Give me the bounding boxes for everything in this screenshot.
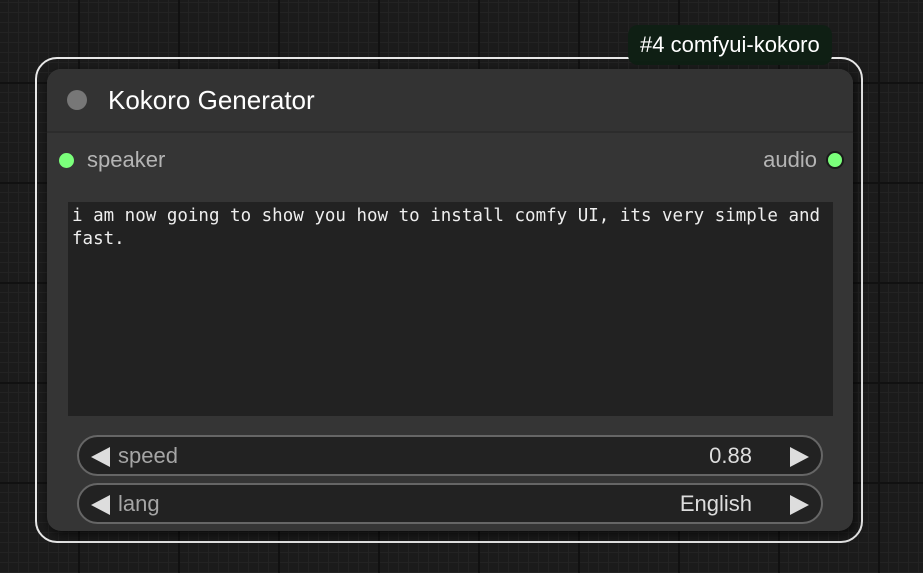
speed-widget[interactable]: speed 0.88: [77, 435, 823, 476]
triangle-right-icon[interactable]: [790, 447, 809, 467]
input-slot-label: speaker: [87, 147, 166, 172]
graph-canvas[interactable]: #4 comfyui-kokoro Kokoro Generator speak…: [0, 0, 923, 573]
speed-widget-value[interactable]: 0.88: [709, 445, 752, 467]
output-slot-dot-icon[interactable]: [826, 151, 844, 169]
triangle-left-icon[interactable]: [91, 495, 110, 515]
input-slot-speaker[interactable]: speaker: [59, 149, 165, 171]
text-input[interactable]: i am now going to show you how to instal…: [68, 202, 833, 416]
output-slot-label: audio: [763, 147, 817, 172]
lang-widget-label: lang: [118, 491, 160, 516]
node-title-bar[interactable]: Kokoro Generator: [47, 69, 853, 133]
input-slot-dot-icon[interactable]: [59, 152, 74, 168]
node-id-badge: #4 comfyui-kokoro: [628, 25, 832, 65]
triangle-left-icon[interactable]: [91, 447, 110, 467]
lang-widget[interactable]: lang English: [77, 483, 823, 524]
circle-dot-icon[interactable]: [67, 90, 87, 110]
kokoro-generator-node[interactable]: Kokoro Generator speaker audio i am now …: [47, 69, 853, 531]
triangle-right-icon[interactable]: [790, 495, 809, 515]
lang-widget-value[interactable]: English: [680, 493, 752, 515]
speed-widget-label: speed: [118, 443, 178, 468]
output-slot-audio[interactable]: audio: [763, 149, 844, 171]
node-title: Kokoro Generator: [108, 85, 315, 115]
